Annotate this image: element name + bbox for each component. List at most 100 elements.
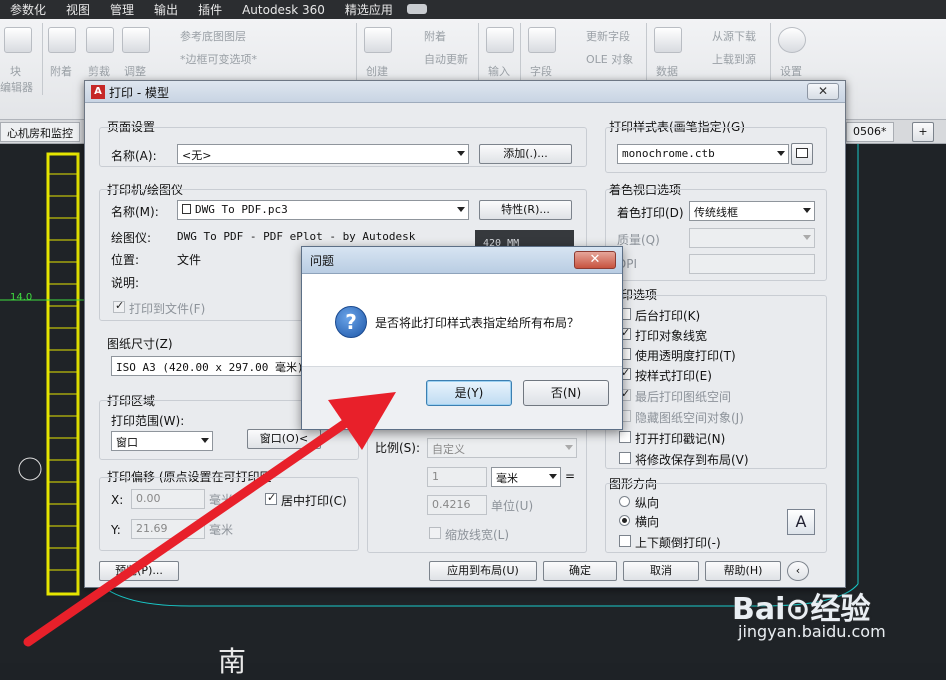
drawing-tab-right[interactable]: 0506* [846,122,894,142]
watermark-url: jingyan.baidu.com [738,622,886,641]
attach-label[interactable]: 附着 [50,63,72,79]
scale-lineweights-checkbox[interactable] [429,527,441,539]
chevron-down-icon [457,151,465,156]
autoupdate-button[interactable]: 自动更新 [424,51,468,67]
plot-style-value: monochrome.ctb [622,147,715,160]
chevron-down-icon [777,151,785,156]
attach-icon[interactable] [48,27,76,53]
expand-options-button[interactable]: ‹ [787,561,809,581]
block-editor-icon[interactable] [4,27,32,53]
quality-combo[interactable] [689,228,815,248]
apply-to-layout-button[interactable]: 应用到布局(U) [429,561,537,581]
clip-icon[interactable] [86,27,114,53]
dpi-input[interactable] [689,254,815,274]
underlay-layers-button[interactable]: 参考底图图层 [180,28,246,44]
offset-x-unit: 毫米 [209,493,234,507]
drawing-tab[interactable]: 心机房和监控 [0,122,80,142]
plot-stamp-checkbox[interactable] [619,431,631,443]
attach2-button[interactable]: 附着 [424,28,446,44]
ok-button[interactable]: 确定 [543,561,617,581]
field-icon[interactable] [528,27,556,53]
preview-button[interactable]: 预览(P)... [99,561,179,581]
update-field-button[interactable]: 更新字段 [586,28,630,44]
shade-plot-value: 传统线框 [694,206,738,219]
adjust-icon[interactable] [122,27,150,53]
menu-item-autodesk360[interactable]: Autodesk 360 [232,3,335,17]
plot-window-button[interactable]: 窗口(O)< [247,429,321,449]
plot-range-value: 窗口 [116,436,138,449]
shade-plot-combo[interactable]: 传统线框 [689,201,815,221]
printer-properties-button[interactable]: 特性(R)... [479,200,572,220]
menu-item-parametric[interactable]: 参数化 [0,1,56,18]
canvas-glyph: 南 [218,645,247,678]
upside-down-checkbox[interactable] [619,535,631,547]
landscape-radio[interactable] [619,515,630,526]
yes-button[interactable]: 是(Y) [426,380,512,406]
printer-name-combo[interactable]: DWG To PDF.pc3 [177,200,469,220]
no-button[interactable]: 否(N) [523,380,609,406]
scale-combo[interactable]: 自定义 [427,438,577,458]
data-icon[interactable] [654,27,682,53]
block-editor-label-2[interactable]: 编辑器 [0,79,33,95]
cancel-button[interactable]: 取消 [623,561,699,581]
new-tab-button[interactable]: + [912,122,934,142]
frame-variable-dropdown[interactable]: *边框可变选项* [180,51,257,67]
menu-item-view[interactable]: 视图 [56,1,100,18]
input-label[interactable]: 输入 [488,63,510,79]
plot-range-combo[interactable]: 窗口 [111,431,213,451]
menu-item-manage[interactable]: 管理 [100,1,144,18]
edit-plot-style-button[interactable] [791,143,813,165]
plot-to-file-checkbox[interactable] [113,299,125,313]
scale-value1-input[interactable]: 1 [427,467,487,487]
close-icon[interactable]: ✕ [574,251,616,269]
menu-item-output[interactable]: 输出 [144,1,188,18]
description-label: 说明: [111,276,140,290]
paper-size-value: ISO A3 (420.00 x 297.00 毫米) [116,361,304,374]
paper-size-section: 图纸尺寸(Z) [107,337,173,351]
chevron-down-icon [803,208,811,213]
plot-dialog-titlebar[interactable]: A 打印 - 模型 ✕ [85,81,845,103]
field-label[interactable]: 字段 [530,63,552,79]
ribbon-separator [42,23,43,95]
offset-y-input[interactable]: 21.69 [131,519,205,539]
plot-with-styles-label: 按样式打印(E) [635,369,712,383]
page-setup-name-combo[interactable]: <无> [177,144,469,164]
scale-value2-input[interactable]: 0.4216 [427,495,487,515]
ole-object-button[interactable]: OLE 对象 [586,51,633,67]
block-editor-label-1[interactable]: 块 [10,63,21,79]
paper-size-combo[interactable]: ISO A3 (420.00 x 297.00 毫米) [111,356,305,376]
page-setup-name-value: <无> [182,149,212,162]
chevron-down-icon [803,235,811,240]
create-icon[interactable] [364,27,392,53]
menu-item-featured-apps[interactable]: 精选应用 [335,1,403,18]
close-icon[interactable]: ✕ [807,83,839,100]
autocad-logo-icon: A [91,85,105,99]
create-label[interactable]: 创建 [366,63,388,79]
orientation-preview-icon: A [787,509,815,535]
data-label[interactable]: 数据 [656,63,678,79]
question-dialog-titlebar[interactable]: 问题 ✕ [302,247,622,274]
offset-x-input[interactable]: 0.00 [131,489,205,509]
menu-item-plugins[interactable]: 插件 [188,1,232,18]
printer-name-label: 名称(M): [111,205,159,219]
input-icon[interactable] [486,27,514,53]
scale-unit-combo[interactable]: 毫米 [491,467,561,487]
plot-style-combo[interactable]: monochrome.ctb [617,144,789,164]
adjust-label[interactable]: 调整 [124,63,146,79]
question-dialog-footer: 是(Y) 否(N) [302,366,622,429]
download-from-source-button[interactable]: 从源下载 [712,28,756,44]
portrait-radio[interactable] [619,496,630,507]
add-page-setup-button[interactable]: 添加(.)... [479,144,572,164]
clip-label[interactable]: 剪裁 [88,63,110,79]
menu-toggle-icon[interactable] [403,3,431,17]
scale-lineweights-label: 缩放线宽(L) [445,528,510,542]
upload-to-source-button[interactable]: 上载到源 [712,51,756,67]
landscape-label: 横向 [635,515,660,529]
save-changes-to-layout-label: 将修改保存到布局(V) [635,453,749,467]
center-plot-checkbox[interactable] [265,491,277,505]
help-button[interactable]: 帮助(H) [705,561,781,581]
save-changes-to-layout-checkbox[interactable] [619,452,631,464]
settings-label[interactable]: 设置 [780,63,802,79]
settings-icon[interactable] [778,27,806,53]
menu-bar: 参数化 视图 管理 输出 插件 Autodesk 360 精选应用 [0,0,946,19]
